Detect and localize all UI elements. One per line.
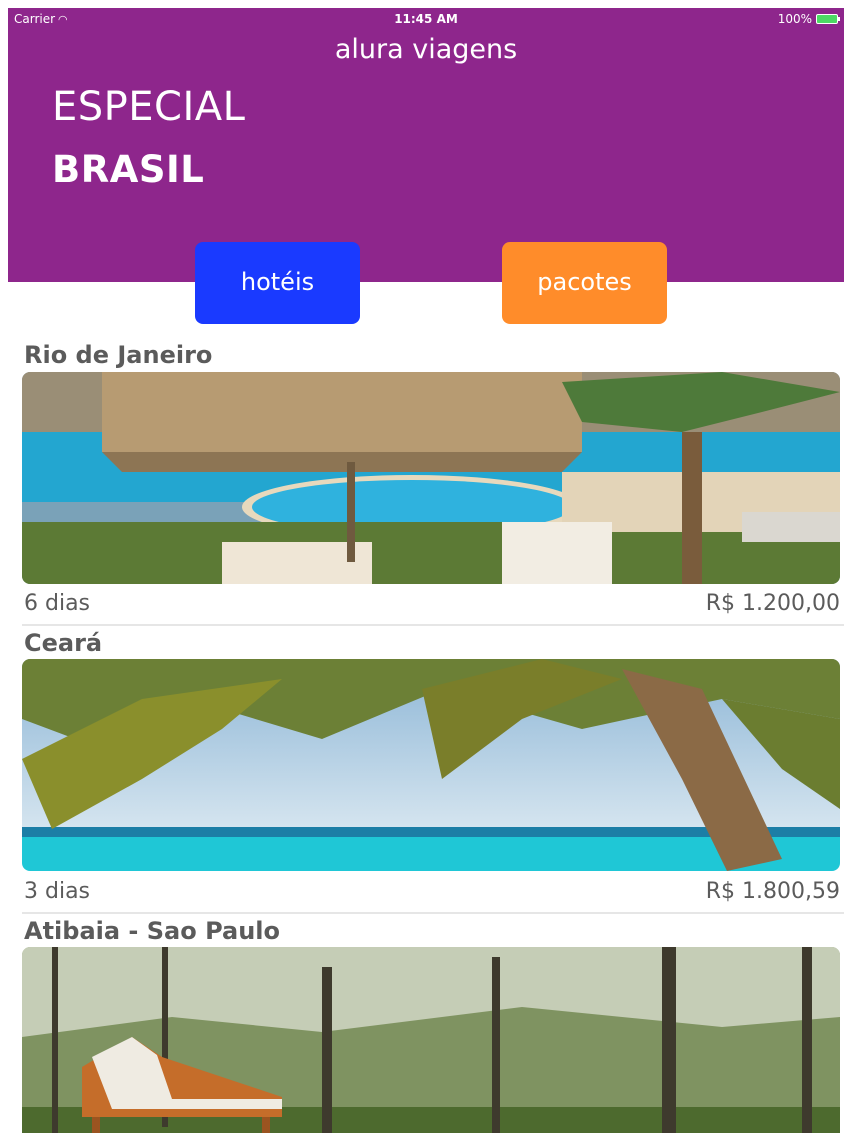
app-title: alura viagens: [334, 34, 518, 65]
package-title: Ceará: [24, 629, 103, 657]
package-days: 6 dias: [24, 591, 91, 616]
app-screen: Carrier ◠ 11:45 AM 100% alura viagens ESP…: [8, 8, 844, 1133]
forest-lounger-icon: [22, 947, 840, 1133]
hotels-button[interactable]: hotéis: [195, 242, 360, 324]
list-item[interactable]: Ceará 3 dias R$ 1.800,59: [22, 626, 844, 916]
status-time: 11:45 AM: [394, 12, 458, 26]
header: Carrier ◠ 11:45 AM 100% alura viagens ESP…: [8, 8, 844, 282]
list-item[interactable]: Atibaia - Sao Paulo: [22, 914, 840, 1133]
packages-button[interactable]: pacotes: [502, 242, 667, 324]
special-heading: ESPECIAL: [52, 84, 246, 130]
list-item[interactable]: Rio de Janeiro 6 dias R$ 1.200,00: [22, 338, 844, 628]
battery-label: 100%: [777, 12, 812, 26]
country-heading: BRASIL: [52, 148, 205, 191]
package-title: Atibaia - Sao Paulo: [24, 917, 281, 945]
battery-status: 100%: [777, 12, 840, 26]
battery-icon: [816, 14, 840, 24]
packages-button-label: pacotes: [537, 268, 632, 296]
package-price: R$ 1.800,59: [705, 879, 840, 904]
status-bar: Carrier ◠ 11:45 AM 100%: [8, 8, 844, 30]
beach-palm-icon: [22, 659, 840, 871]
hotels-button-label: hotéis: [240, 268, 315, 296]
package-days: 3 dias: [24, 879, 91, 904]
package-title: Rio de Janeiro: [24, 341, 213, 369]
pool-icon: [22, 372, 840, 584]
package-price: R$ 1.200,00: [705, 591, 840, 616]
